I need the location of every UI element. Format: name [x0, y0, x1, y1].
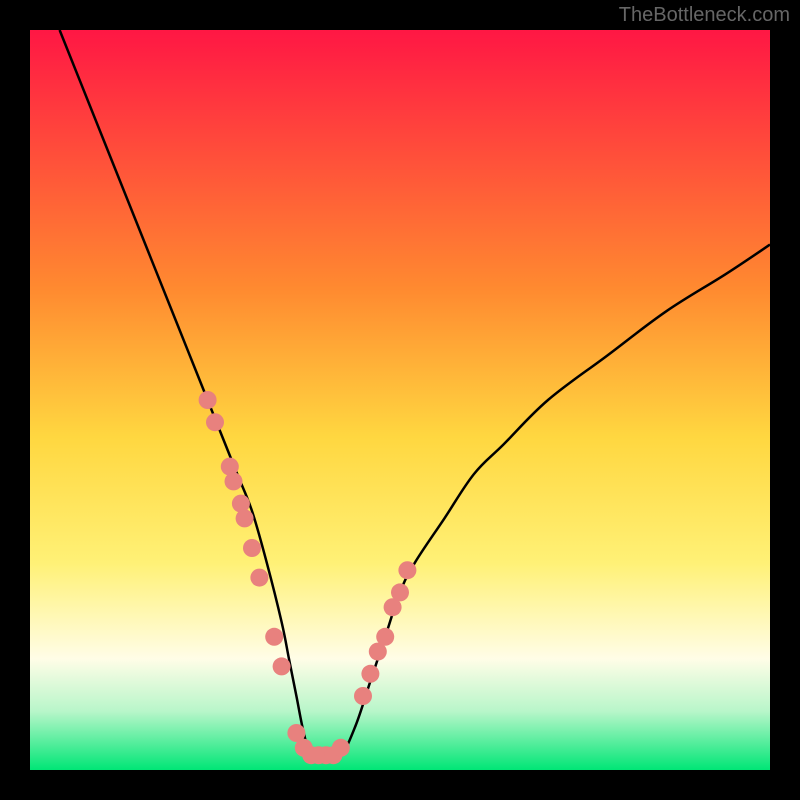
plot-background: [30, 30, 770, 770]
scatter-point: [354, 687, 372, 705]
scatter-point: [206, 413, 224, 431]
scatter-point: [250, 569, 268, 587]
scatter-point: [398, 561, 416, 579]
chart-svg: [0, 0, 800, 800]
watermark-text: TheBottleneck.com: [619, 4, 790, 27]
scatter-point: [361, 665, 379, 683]
scatter-point: [199, 391, 217, 409]
scatter-point: [376, 628, 394, 646]
scatter-point: [273, 657, 291, 675]
scatter-point: [243, 539, 261, 557]
scatter-point: [236, 509, 254, 527]
scatter-point: [332, 739, 350, 757]
scatter-point: [225, 472, 243, 490]
scatter-point: [391, 583, 409, 601]
scatter-point: [265, 628, 283, 646]
chart-container: TheBottleneck.com: [0, 0, 800, 800]
